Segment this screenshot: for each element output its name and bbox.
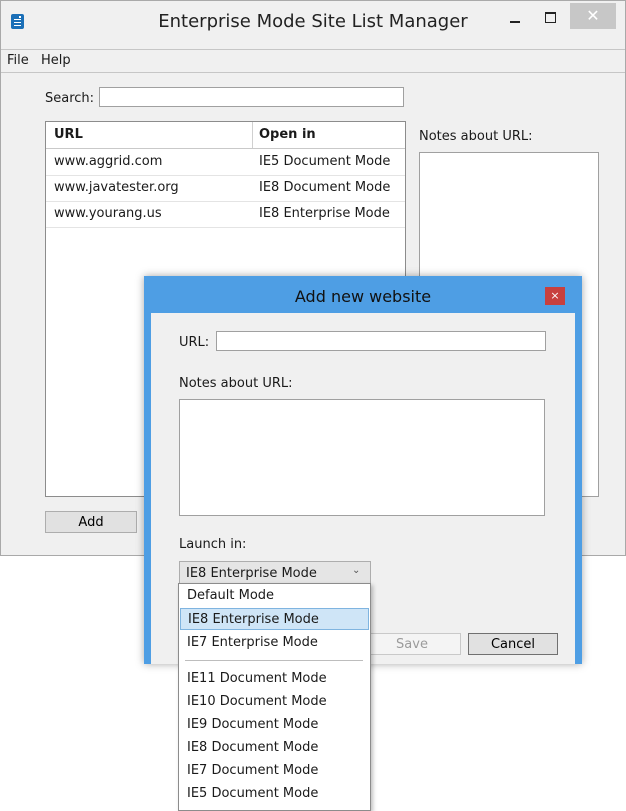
add-button[interactable]: Add xyxy=(45,511,137,533)
column-header-open-in[interactable]: Open in xyxy=(259,127,316,142)
option-label: IE10 Document Mode xyxy=(187,694,327,709)
launch-in-label: Launch in: xyxy=(179,537,247,552)
minimize-button[interactable] xyxy=(500,7,530,31)
launch-mode-value: IE8 Enterprise Mode xyxy=(186,566,317,581)
dropdown-separator xyxy=(185,660,363,661)
cancel-button[interactable]: Cancel xyxy=(468,633,558,655)
option-label: IE7 Document Mode xyxy=(187,763,319,778)
menu-help[interactable]: Help xyxy=(41,53,71,68)
row-mode: IE8 Document Mode xyxy=(259,180,391,195)
option-ie8-enterprise-mode[interactable]: IE8 Enterprise Mode xyxy=(180,608,369,630)
option-label: Default Mode xyxy=(187,588,275,603)
table-row[interactable]: www.aggrid.com IE5 Document Mode xyxy=(46,149,405,176)
menu-file[interactable]: File xyxy=(7,53,29,68)
close-button[interactable]: ✕ xyxy=(570,3,616,29)
row-url: www.javatester.org xyxy=(54,180,179,195)
table-row[interactable]: www.javatester.org IE8 Document Mode xyxy=(46,175,405,202)
maximize-button[interactable] xyxy=(536,7,566,31)
option-label: IE11 Document Mode xyxy=(187,671,327,686)
launch-mode-select[interactable]: IE8 Enterprise Mode ⌄ xyxy=(179,561,371,585)
dialog-title-bar[interactable]: Add new website × xyxy=(151,283,575,313)
option-ie11-document-mode[interactable]: IE11 Document Mode xyxy=(180,668,369,690)
save-button[interactable]: Save xyxy=(363,633,461,655)
launch-mode-dropdown: Default Mode IE8 Enterprise Mode IE7 Ent… xyxy=(178,583,371,811)
option-label: IE8 Document Mode xyxy=(187,740,319,755)
option-label: IE8 Enterprise Mode xyxy=(188,612,319,627)
option-ie7-document-mode[interactable]: IE7 Document Mode xyxy=(180,760,369,782)
option-label: IE9 Document Mode xyxy=(187,717,319,732)
row-url: www.yourang.us xyxy=(54,206,162,221)
title-bar[interactable]: Enterprise Mode Site List Manager ✕ xyxy=(1,1,625,47)
search-input[interactable] xyxy=(99,87,404,107)
chevron-down-icon: ⌄ xyxy=(352,565,361,576)
option-label: IE5 Document Mode xyxy=(187,786,319,801)
column-header-url[interactable]: URL xyxy=(54,127,83,142)
dialog-notes-textarea[interactable] xyxy=(179,399,545,516)
option-ie7-enterprise-mode[interactable]: IE7 Enterprise Mode xyxy=(180,632,369,654)
row-mode: IE8 Enterprise Mode xyxy=(259,206,390,221)
column-divider[interactable] xyxy=(252,122,253,148)
dialog-close-button[interactable]: × xyxy=(545,287,565,305)
row-url: www.aggrid.com xyxy=(54,154,163,169)
option-default-mode[interactable]: Default Mode xyxy=(180,585,369,607)
option-label: IE7 Enterprise Mode xyxy=(187,635,318,650)
option-ie10-document-mode[interactable]: IE10 Document Mode xyxy=(180,691,369,713)
notes-label: Notes about URL: xyxy=(419,129,533,144)
url-label: URL: xyxy=(179,335,210,350)
option-ie5-document-mode[interactable]: IE5 Document Mode xyxy=(180,783,369,805)
dialog-notes-label: Notes about URL: xyxy=(179,376,293,391)
menu-bar: File Help xyxy=(1,49,625,73)
table-row[interactable]: www.yourang.us IE8 Enterprise Mode xyxy=(46,201,405,228)
table-header: URL Open in xyxy=(46,122,405,149)
window-title: Enterprise Mode Site List Manager xyxy=(158,11,468,32)
row-mode: IE5 Document Mode xyxy=(259,154,391,169)
option-ie8-document-mode[interactable]: IE8 Document Mode xyxy=(180,737,369,759)
option-ie9-document-mode[interactable]: IE9 Document Mode xyxy=(180,714,369,736)
search-label: Search: xyxy=(45,91,95,106)
dialog-title: Add new website xyxy=(294,287,432,306)
url-input[interactable] xyxy=(216,331,546,351)
